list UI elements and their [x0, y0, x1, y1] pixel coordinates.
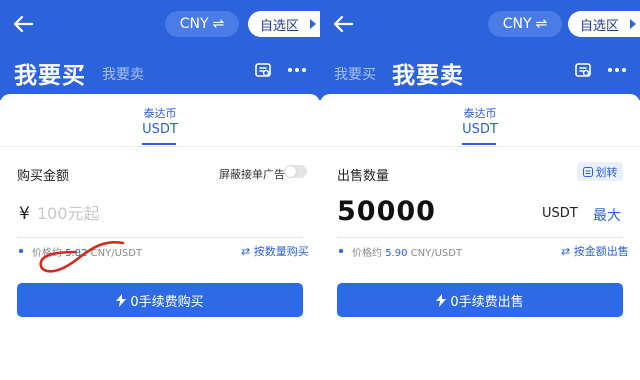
max-button[interactable]: 最大 — [593, 205, 621, 225]
tab-buy[interactable]: 我要买 — [334, 64, 376, 84]
coin-name[interactable]: 泰达币 — [320, 105, 640, 121]
tab-sell[interactable]: 我要卖 — [392, 56, 464, 90]
price-prefix: 价格约 — [352, 248, 382, 259]
price-unit: CNY/USDT — [410, 248, 463, 259]
coin-tab-indicator — [142, 143, 176, 145]
hide-ads-toggle[interactable] — [284, 165, 307, 178]
swap-arrows-icon: ⇌ — [212, 16, 225, 32]
buy-panel: CNY ⇌ 自选区 我要买 我要卖 泰达币 USDT 购买金额 屏蔽接单广告 ¥… — [0, 0, 320, 380]
switch-to-quantity-link[interactable]: ⇄ 按数量购买 — [241, 243, 309, 259]
transfer-icon — [582, 166, 593, 177]
zone-label: 自选区 — [260, 18, 300, 34]
divider — [320, 146, 640, 147]
coin-tab-indicator — [462, 143, 496, 145]
bullet-dot — [339, 249, 343, 253]
screenshot-root: CNY ⇌ 自选区 我要买 我要卖 泰达币 USDT 购买金额 屏蔽接单广告 ¥… — [0, 0, 640, 380]
toggle-knob — [285, 166, 296, 177]
amount-input[interactable] — [37, 199, 217, 227]
back-arrow-icon[interactable] — [332, 14, 354, 34]
currency-label: CNY — [179, 16, 209, 32]
transfer-label: 划转 — [595, 165, 618, 179]
hide-ads-label: 屏蔽接单广告 — [219, 168, 285, 181]
price-unit: CNY/USDT — [90, 248, 143, 259]
zone-selector[interactable]: 自选区 — [568, 11, 640, 37]
transfer-button[interactable]: 划转 — [577, 162, 623, 181]
price-value: 5.82 — [65, 248, 88, 259]
order-list-icon[interactable] — [253, 60, 273, 80]
input-underline — [337, 237, 623, 238]
sell-submit-button[interactable]: 0手续费出售 — [337, 283, 623, 317]
buy-submit-label: 0手续费购买 — [130, 294, 204, 310]
price-value: 5.90 — [385, 248, 408, 259]
more-icon[interactable] — [286, 60, 308, 80]
buy-submit-button[interactable]: 0手续费购买 — [17, 283, 303, 317]
coin-symbol[interactable]: USDT — [320, 122, 640, 137]
input-underline — [17, 237, 303, 238]
field-title: 出售数量 — [337, 169, 390, 184]
currency-selector[interactable]: CNY ⇌ — [488, 11, 562, 37]
price-info: 价格约 5.82 CNY/USDT — [32, 244, 142, 259]
price-info: 价格约 5.90 CNY/USDT — [352, 244, 462, 259]
switch-to-amount-link[interactable]: ⇄ 按金额出售 — [561, 243, 629, 259]
order-list-icon[interactable] — [573, 60, 593, 80]
quantity-value[interactable]: 50000 — [337, 196, 436, 227]
zone-selector[interactable]: 自选区 — [248, 11, 320, 37]
sell-panel: CNY ⇌ 自选区 我要买 我要卖 泰达币 USDT 出售数量 划转 50000… — [320, 0, 640, 380]
bullet-dot — [19, 249, 23, 253]
buy-header: CNY ⇌ 自选区 我要买 我要卖 — [0, 0, 320, 100]
caret-right-icon — [310, 19, 316, 29]
tab-buy[interactable]: 我要买 — [14, 56, 86, 90]
back-arrow-icon[interactable] — [12, 14, 34, 34]
currency-label: CNY — [502, 16, 532, 32]
caret-right-icon — [630, 19, 636, 29]
more-icon[interactable] — [606, 60, 628, 80]
sell-header: CNY ⇌ 自选区 我要买 我要卖 — [320, 0, 640, 100]
tab-sell[interactable]: 我要卖 — [102, 64, 144, 84]
coin-name[interactable]: 泰达币 — [0, 105, 320, 121]
buy-card: 泰达币 USDT 购买金额 屏蔽接单广告 ¥ 价格约 5.82 CNY/USDT… — [0, 94, 320, 380]
currency-symbol: ¥ — [19, 204, 30, 224]
lightning-icon — [436, 293, 447, 307]
field-title: 购买金额 — [17, 169, 70, 184]
coin-symbol[interactable]: USDT — [0, 122, 320, 137]
currency-selector[interactable]: CNY ⇌ — [165, 11, 239, 37]
lightning-icon — [116, 293, 127, 307]
divider — [0, 146, 320, 147]
swap-arrows-icon: ⇌ — [535, 16, 548, 32]
zone-label: 自选区 — [580, 18, 620, 34]
unit-label: USDT — [542, 206, 578, 221]
sell-submit-label: 0手续费出售 — [450, 294, 524, 310]
price-prefix: 价格约 — [32, 248, 62, 259]
sell-card: 泰达币 USDT 出售数量 划转 50000 USDT 最大 价格约 5.90 … — [320, 94, 640, 380]
